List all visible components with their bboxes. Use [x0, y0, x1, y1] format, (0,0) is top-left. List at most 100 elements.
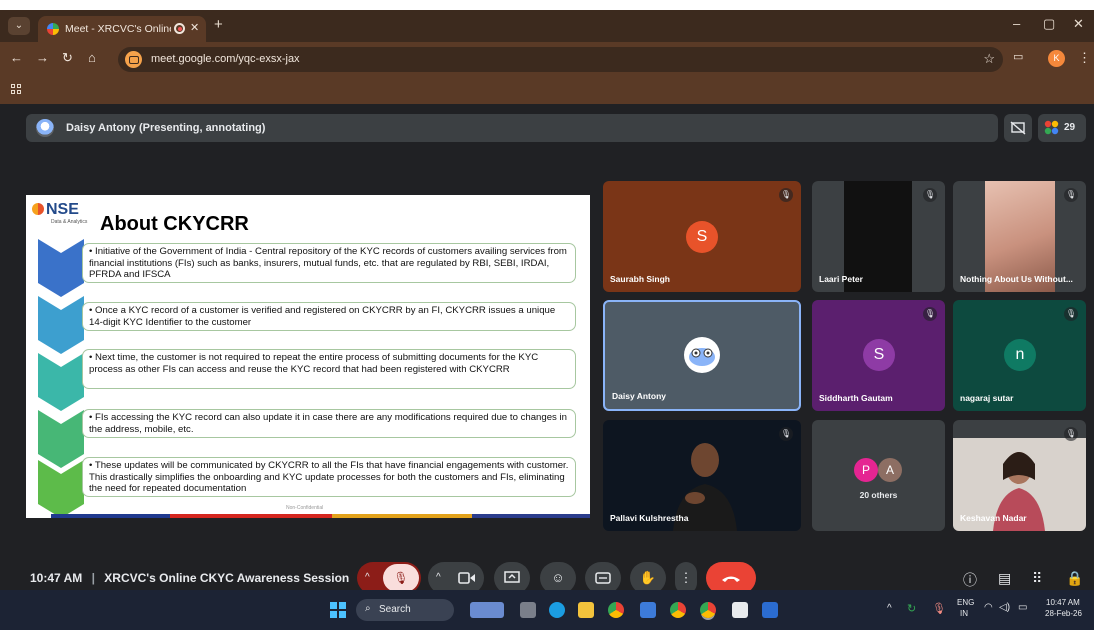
- participant-name: Laari Peter: [819, 274, 863, 284]
- reload-icon[interactable]: ↻: [62, 50, 73, 66]
- site-info-icon[interactable]: [125, 51, 142, 68]
- hide-presentation-button[interactable]: [1004, 114, 1032, 142]
- chrome-active-icon[interactable]: [700, 602, 716, 618]
- hide-screen-icon: [1010, 121, 1026, 135]
- url-text[interactable]: meet.google.com/yqc-exsx-jax: [151, 53, 300, 65]
- language-indicator-top[interactable]: ENG: [957, 598, 974, 607]
- language-indicator-bottom[interactable]: IN: [960, 609, 968, 618]
- tray-overflow-chevron-icon[interactable]: ^: [887, 603, 892, 614]
- mic-off-button[interactable]: 🎙: [383, 564, 419, 592]
- presenter-banner-text: Daisy Antony (Presenting, annotating): [66, 122, 266, 134]
- presentation-slide: NSE Data & Analytics About CKYCRR Initia…: [26, 195, 590, 518]
- participant-name: nagaraj sutar: [960, 393, 1014, 403]
- participant-tile[interactable]: 🎙 Pallavi Kulshrestha: [603, 420, 801, 531]
- edge-icon[interactable]: [549, 602, 565, 618]
- participant-tile-active-speaker[interactable]: Daisy Antony: [603, 300, 801, 411]
- task-view-icon[interactable]: [520, 602, 536, 618]
- clock-time[interactable]: 10:47 AM: [1046, 598, 1080, 607]
- bookmark-star-icon[interactable]: ☆: [983, 51, 995, 67]
- avatar: S: [686, 221, 718, 253]
- tab-meet[interactable]: Meet - XRCVC's Online CKYC Awareness Ses…: [38, 16, 206, 42]
- present-icon: [504, 571, 520, 583]
- screen: ⌄ Meet - XRCVC's Online CKYC Awareness S…: [0, 10, 1094, 630]
- battery-icon[interactable]: ▭: [1018, 602, 1027, 613]
- slide-bullet: Once a KYC record of a customer is verif…: [82, 302, 576, 331]
- new-tab-button[interactable]: +: [214, 16, 223, 33]
- tab-title: Meet - XRCVC's Online CKYC Awareness Ses…: [65, 23, 171, 35]
- nse-logo-text: NSE: [46, 201, 79, 218]
- forward-arrow-icon[interactable]: →: [36, 50, 49, 65]
- slide-bullet: FIs accessing the KYC record can also up…: [82, 409, 576, 438]
- mic-muted-icon: 🎙: [1064, 307, 1078, 321]
- mic-muted-icon: 🎙: [779, 427, 793, 441]
- notepad-icon[interactable]: [732, 602, 748, 618]
- host-controls-lock-icon[interactable]: 🔒: [1066, 570, 1083, 587]
- participant-tile[interactable]: 🎙 Nothing About Us Without...: [953, 181, 1086, 292]
- bookmarks-bar: [0, 76, 1094, 104]
- url-bar[interactable]: meet.google.com/yqc-exsx-jax ☆: [118, 47, 1003, 72]
- address-toolbar: ← → ↻ ⌂ meet.google.com/yqc-exsx-jax ☆ ▭…: [0, 42, 1094, 76]
- avatar: A: [878, 458, 902, 482]
- participant-name: Nothing About Us Without...: [960, 274, 1073, 284]
- apps-grid-icon[interactable]: [11, 84, 22, 95]
- wifi-icon[interactable]: ◠: [984, 602, 993, 613]
- separator: |: [91, 571, 95, 585]
- participant-tile[interactable]: S 🎙 Saurabh Singh: [603, 181, 801, 292]
- activities-grid-icon[interactable]: ⠿: [1032, 570, 1042, 587]
- tab-search-button[interactable]: ⌄: [8, 17, 30, 35]
- back-arrow-icon[interactable]: ←: [10, 50, 23, 65]
- avatar: S: [863, 339, 895, 371]
- meeting-details: 10:47 AM | XRCVC's Online CKYC Awareness…: [30, 571, 349, 585]
- captions-icon: [595, 572, 611, 584]
- participant-name: Daisy Antony: [612, 391, 667, 401]
- participant-tile[interactable]: 🎙 Laari Peter: [812, 181, 945, 292]
- slide-color-bar: [51, 514, 590, 518]
- participants-button[interactable]: 29: [1038, 114, 1086, 142]
- windows-start-icon[interactable]: [330, 602, 346, 618]
- home-icon[interactable]: ⌂: [88, 50, 96, 65]
- nse-logo: NSE Data & Analytics: [32, 201, 87, 225]
- chevron-arrow-icon: [38, 239, 84, 297]
- minimize-button[interactable]: –: [1013, 16, 1020, 31]
- mic-muted-icon: 🎙: [1064, 188, 1078, 202]
- meeting-info-icon[interactable]: ⓘ: [963, 570, 977, 590]
- participant-name: Pallavi Kulshrestha: [610, 513, 689, 523]
- participant-tile[interactable]: S 🎙 Siddharth Gautam: [812, 300, 945, 411]
- participant-dots-icon: [1044, 120, 1059, 135]
- restore-button[interactable]: ▢: [1043, 16, 1055, 32]
- search-label: Search: [379, 604, 411, 615]
- docs-icon[interactable]: [640, 602, 656, 618]
- participant-tile[interactable]: n 🎙 nagaraj sutar: [953, 300, 1086, 411]
- slide-footer: Non-Confidential: [286, 505, 324, 511]
- tab-close-icon[interactable]: ✕: [190, 21, 199, 34]
- meet-favicon-icon: [47, 23, 59, 35]
- profile-avatar[interactable]: K: [1048, 50, 1065, 67]
- tray-app-icon[interactable]: ↻: [907, 602, 916, 615]
- slide-bullet: Next time, the customer is not required …: [82, 349, 576, 389]
- browser-tab-bar: ⌄ Meet - XRCVC's Online CKYC Awareness S…: [0, 10, 1094, 42]
- taskbar-search-box[interactable]: ⌕ Search: [356, 599, 454, 621]
- chrome-profile-icon[interactable]: [670, 602, 686, 618]
- chrome-icon[interactable]: [608, 602, 624, 618]
- word-icon[interactable]: [762, 602, 778, 618]
- file-explorer-icon[interactable]: [578, 602, 594, 618]
- end-call-icon: [722, 576, 740, 582]
- volume-icon[interactable]: ◁): [999, 602, 1010, 613]
- others-tile[interactable]: P A 20 others: [812, 420, 945, 531]
- chevron-arrow-icon: [38, 353, 84, 411]
- mic-in-use-icon[interactable]: 🎙: [932, 602, 946, 615]
- camera-icon[interactable]: [458, 571, 476, 585]
- close-window-button[interactable]: ✕: [1073, 16, 1084, 32]
- clock-date[interactable]: 28-Feb-26: [1045, 609, 1082, 618]
- chat-icon[interactable]: ▤: [998, 570, 1011, 587]
- slide-title: About CKYCRR: [100, 213, 249, 235]
- avatar: P: [854, 458, 878, 482]
- widgets-icon[interactable]: [470, 602, 504, 618]
- slide-bullet: Initiative of the Government of India - …: [82, 243, 576, 283]
- menu-kebab-icon[interactable]: ⋮: [1078, 50, 1091, 66]
- slide-bullet: These updates will be communicated by CK…: [82, 457, 576, 497]
- reading-mode-icon[interactable]: ▭: [1013, 50, 1023, 63]
- mic-muted-icon: 🎙: [923, 188, 937, 202]
- participant-count: 29: [1064, 122, 1076, 133]
- participant-tile[interactable]: 🎙 Keshavan Nadar: [953, 420, 1086, 531]
